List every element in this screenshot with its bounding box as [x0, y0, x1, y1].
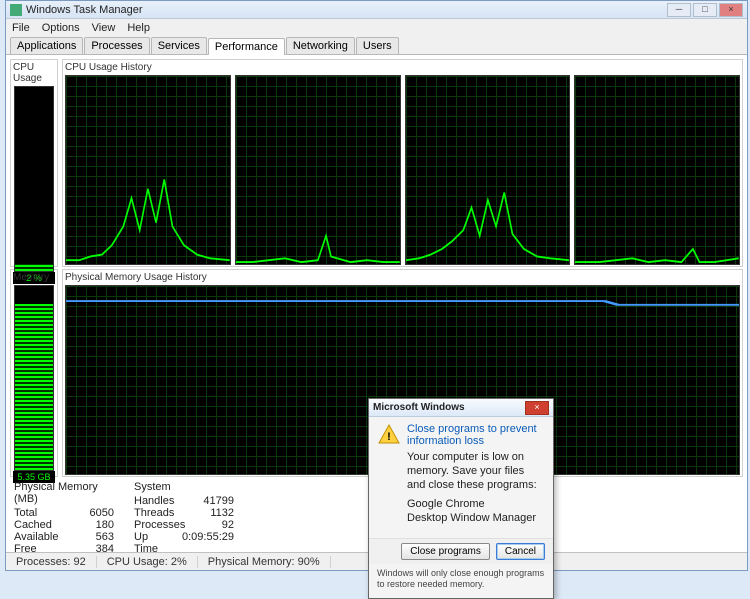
dialog-footnote: Windows will only close enough programs …: [369, 564, 553, 599]
titlebar[interactable]: Windows Task Manager ─ □ ×: [6, 1, 747, 19]
cpu-graph-4: [574, 75, 740, 265]
close-button[interactable]: ×: [719, 3, 743, 17]
dialog-heading: Close programs to prevent information lo…: [407, 423, 545, 447]
app-icon: [10, 4, 22, 16]
warning-icon: !: [377, 423, 401, 447]
cancel-button[interactable]: Cancel: [496, 543, 545, 560]
tab-processes[interactable]: Processes: [84, 37, 149, 54]
cpu-usage-meter: CPU Usage 2 %: [10, 59, 58, 267]
menubar: File Options View Help: [6, 19, 747, 37]
svg-text:!: !: [387, 431, 391, 443]
system-stats: System Handles41799 Threads1132 Processe…: [134, 481, 234, 552]
cpu-meter-fill: [15, 264, 53, 271]
phys-mem-stats: Physical Memory (MB) Total6050 Cached180…: [14, 481, 114, 552]
tab-services[interactable]: Services: [151, 37, 207, 54]
low-memory-dialog: Microsoft Windows × ! Close programs to …: [368, 398, 554, 599]
minimize-button[interactable]: ─: [667, 3, 691, 17]
tab-applications[interactable]: Applications: [10, 37, 83, 54]
close-programs-button[interactable]: Close programs: [401, 543, 490, 560]
tab-bar: Applications Processes Services Performa…: [6, 37, 747, 55]
dialog-close-button[interactable]: ×: [525, 401, 549, 415]
cpu-graph-3: [405, 75, 571, 265]
status-processes: Processes: 92: [6, 556, 97, 568]
maximize-button[interactable]: □: [693, 3, 717, 17]
window-title: Windows Task Manager: [26, 4, 667, 16]
memory-meter: Memory 5.35 GB: [10, 269, 58, 477]
menu-view[interactable]: View: [92, 22, 116, 34]
tab-performance[interactable]: Performance: [208, 38, 285, 55]
menu-file[interactable]: File: [12, 22, 30, 34]
menu-options[interactable]: Options: [42, 22, 80, 34]
menu-help[interactable]: Help: [127, 22, 150, 34]
cpu-graph-2: [235, 75, 401, 265]
dialog-title: Microsoft Windows: [373, 402, 525, 413]
tab-users[interactable]: Users: [356, 37, 399, 54]
dialog-body-text: Your computer is low on memory. Save you…: [407, 451, 545, 492]
cpu-graph-1: [65, 75, 231, 265]
dialog-titlebar[interactable]: Microsoft Windows ×: [369, 399, 553, 417]
status-memory: Physical Memory: 90%: [198, 556, 331, 568]
memory-meter-fill: [15, 304, 53, 470]
tab-networking[interactable]: Networking: [286, 37, 355, 54]
cpu-history-box: CPU Usage History: [62, 59, 743, 267]
status-cpu: CPU Usage: 2%: [97, 556, 198, 568]
